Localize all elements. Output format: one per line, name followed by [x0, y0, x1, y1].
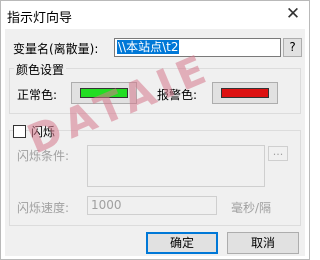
color-settings-caption: 颜色设置 — [14, 61, 67, 78]
variable-browse-button[interactable]: ? — [283, 38, 302, 57]
blink-condition-browse-button[interactable]: ... — [268, 146, 288, 161]
cancel-button[interactable]: 取消 — [227, 232, 299, 254]
variable-label: 变量名(离散量): — [13, 42, 99, 56]
alarm-color-label: 报警色: — [157, 88, 198, 102]
close-icon[interactable]: ✕ — [281, 3, 305, 25]
blink-checkbox-label[interactable]: 闪烁 — [29, 123, 58, 140]
alarm-color-button[interactable] — [212, 82, 278, 104]
ok-button[interactable]: 确定 — [146, 232, 218, 254]
window-title: 指示灯向导 — [7, 11, 73, 26]
blink-condition-input[interactable] — [87, 145, 265, 187]
blink-checkbox[interactable] — [13, 125, 26, 138]
indicator-wizard-dialog: 指示灯向导 ✕ 变量名(离散量): \\本站点\t2 ? 颜色设置 正常色: 报… — [0, 0, 310, 260]
alarm-color-swatch — [221, 88, 269, 98]
variable-value: \\本站点\t2 — [117, 40, 180, 54]
blink-speed-label: 闪烁速度: — [17, 201, 70, 215]
blink-speed-input[interactable]: 1000 — [87, 196, 217, 215]
title-bar[interactable]: 指示灯向导 ✕ — [1, 1, 309, 29]
normal-color-swatch — [80, 88, 128, 98]
normal-color-label: 正常色: — [17, 88, 58, 102]
normal-color-button[interactable] — [71, 82, 137, 104]
variable-input[interactable]: \\本站点\t2 — [114, 38, 281, 57]
blink-speed-unit: 毫秒/隔 — [231, 201, 272, 215]
dialog-body: 变量名(离散量): \\本站点\t2 ? 颜色设置 正常色: 报警色: 闪烁 闪… — [5, 29, 305, 256]
blink-condition-label: 闪烁条件: — [17, 149, 70, 163]
